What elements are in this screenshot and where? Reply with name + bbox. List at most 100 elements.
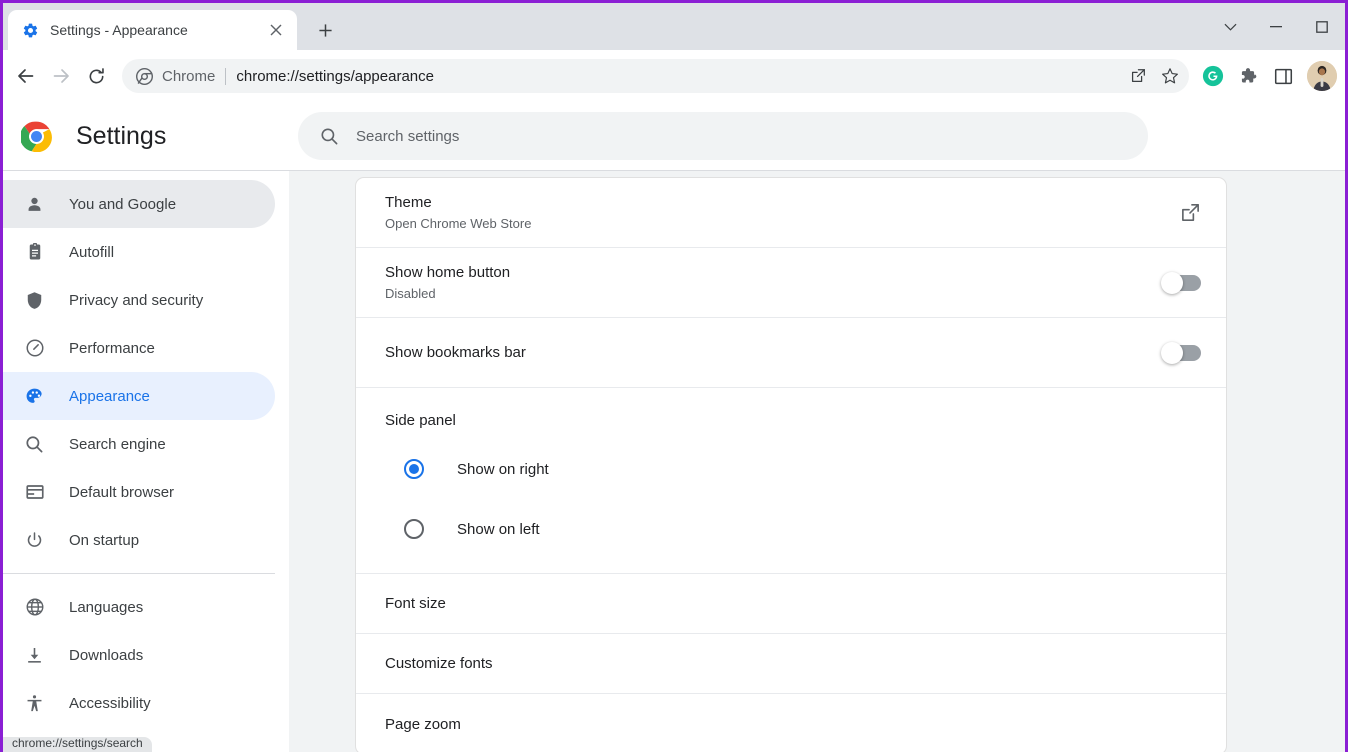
speedometer-icon xyxy=(24,338,45,359)
omnibox-url[interactable]: chrome://settings/appearance xyxy=(236,68,1123,85)
sidebar-divider xyxy=(3,573,275,574)
sidebar-item-you-and-google[interactable]: You and Google xyxy=(3,180,275,228)
omnibox-actions xyxy=(1123,61,1185,91)
row-title: Theme xyxy=(385,194,432,211)
reload-icon[interactable] xyxy=(79,59,113,93)
sidebar-item-performance[interactable]: Performance xyxy=(3,324,275,372)
radio-button-icon[interactable] xyxy=(404,519,424,539)
sidebar-item-label: Search engine xyxy=(69,435,166,453)
settings-main: Theme Open Chrome Web Store Show home bu… xyxy=(289,171,1345,752)
close-icon[interactable] xyxy=(265,19,287,41)
sidebar-item-label: Performance xyxy=(69,339,155,357)
row-subtitle: Disabled xyxy=(385,286,436,301)
maximize-icon[interactable] xyxy=(1299,3,1345,50)
puzzle-piece-icon[interactable] xyxy=(1231,59,1265,93)
chrome-logo-icon xyxy=(21,121,52,152)
row-subtitle: Open Chrome Web Store xyxy=(385,216,532,231)
tab-strip: Settings - Appearance xyxy=(3,3,1345,50)
sidebar-item-autofill[interactable]: Autofill xyxy=(3,228,275,276)
row-font-size[interactable]: Font size xyxy=(356,574,1226,634)
omnibox-chip-label: Chrome xyxy=(162,67,216,85)
row-show-home-button[interactable]: Show home button Disabled xyxy=(356,248,1226,318)
radio-label: Show on right xyxy=(457,460,549,478)
shield-icon xyxy=(24,290,45,311)
settings-sidebar: You and Google Autofill Privacy and secu… xyxy=(3,171,289,752)
appearance-settings-card: Theme Open Chrome Web Store Show home bu… xyxy=(355,177,1227,752)
share-icon[interactable] xyxy=(1123,61,1153,91)
power-icon xyxy=(24,530,45,551)
sidebar-item-accessibility[interactable]: Accessibility xyxy=(3,679,275,727)
radio-show-on-left[interactable]: Show on left xyxy=(356,499,1226,559)
download-icon xyxy=(24,645,45,666)
clipboard-icon xyxy=(24,242,45,263)
omnibox-chip: Chrome xyxy=(136,67,216,85)
forward-icon[interactable] xyxy=(44,59,78,93)
toggle-show-home-button[interactable] xyxy=(1161,271,1201,294)
settings-header: Settings Search settings xyxy=(3,102,1345,171)
sidebar-item-label: Autofill xyxy=(69,243,115,261)
side-panel-icon[interactable] xyxy=(1266,59,1300,93)
search-placeholder: Search settings xyxy=(356,127,460,145)
search-input[interactable]: Search settings xyxy=(298,112,1148,160)
browser-toolbar: Chrome chrome://settings/appearance xyxy=(3,50,1345,102)
open-in-new-icon[interactable] xyxy=(1180,202,1201,223)
row-customize-fonts[interactable]: Customize fonts xyxy=(356,634,1226,694)
sidebar-item-label: On startup xyxy=(69,531,140,549)
row-title: Side panel xyxy=(385,412,456,429)
sidebar-item-downloads[interactable]: Downloads xyxy=(3,631,275,679)
sidebar-item-label: Privacy and security xyxy=(69,291,204,309)
sidebar-item-default-browser[interactable]: Default browser xyxy=(3,468,275,516)
sidebar-item-label: Downloads xyxy=(69,646,144,664)
sidebar-item-label: Appearance xyxy=(69,387,150,405)
row-side-panel: Side panel Show on right Show on left xyxy=(356,388,1226,574)
search-icon xyxy=(320,127,339,146)
sidebar-item-search-engine[interactable]: Search engine xyxy=(3,420,275,468)
status-bar: chrome://settings/search xyxy=(3,737,152,752)
radio-button-icon[interactable] xyxy=(404,459,424,479)
row-title: Customize fonts xyxy=(385,655,493,672)
row-page-zoom[interactable]: Page zoom xyxy=(356,694,1226,752)
new-tab-button[interactable] xyxy=(310,15,340,45)
profile-avatar[interactable] xyxy=(1307,61,1337,91)
radio-show-on-right[interactable]: Show on right xyxy=(356,439,1226,499)
address-bar[interactable]: Chrome chrome://settings/appearance xyxy=(122,59,1189,93)
row-show-bookmarks-bar[interactable]: Show bookmarks bar xyxy=(356,318,1226,388)
settings-content: You and Google Autofill Privacy and secu… xyxy=(3,171,1345,752)
page-title: Settings xyxy=(76,121,167,150)
person-icon xyxy=(24,194,45,215)
radio-label: Show on left xyxy=(457,520,540,538)
sidebar-item-languages[interactable]: Languages xyxy=(3,583,275,631)
chrome-logo-icon xyxy=(136,67,153,85)
omnibox-divider xyxy=(225,67,227,85)
back-icon[interactable] xyxy=(9,59,43,93)
globe-icon xyxy=(24,597,45,618)
row-title: Show home button xyxy=(385,264,511,281)
sidebar-item-label: Default browser xyxy=(69,483,175,501)
browser-tab[interactable]: Settings - Appearance xyxy=(8,10,297,50)
toggle-knob xyxy=(1161,341,1183,364)
star-icon[interactable] xyxy=(1155,61,1185,91)
row-theme[interactable]: Theme Open Chrome Web Store xyxy=(356,178,1226,248)
sidebar-item-label: Accessibility xyxy=(69,694,151,712)
sidebar-item-appearance[interactable]: Appearance xyxy=(3,372,275,420)
status-bar-text: chrome://settings/search xyxy=(12,737,143,750)
toggle-knob xyxy=(1161,271,1183,294)
row-title: Font size xyxy=(385,595,446,612)
sidebar-item-label: Languages xyxy=(69,598,144,616)
settings-gear-icon xyxy=(22,22,39,39)
browser-window-icon xyxy=(24,482,45,503)
chevron-down-icon[interactable] xyxy=(1207,3,1253,50)
accessibility-icon xyxy=(24,693,45,714)
grammarly-icon[interactable] xyxy=(1196,59,1230,93)
search-icon xyxy=(24,434,45,455)
sidebar-item-label: You and Google xyxy=(69,195,177,213)
sidebar-item-on-startup[interactable]: On startup xyxy=(3,516,275,564)
toggle-show-bookmarks-bar[interactable] xyxy=(1161,341,1201,364)
minimize-icon[interactable] xyxy=(1253,3,1299,50)
sidebar-item-privacy-and-security[interactable]: Privacy and security xyxy=(3,276,275,324)
row-title: Page zoom xyxy=(385,715,461,733)
palette-icon xyxy=(24,386,45,407)
row-title: Show bookmarks bar xyxy=(385,344,526,361)
tab-title: Settings - Appearance xyxy=(50,22,188,38)
settings-brand: Settings xyxy=(3,121,298,152)
